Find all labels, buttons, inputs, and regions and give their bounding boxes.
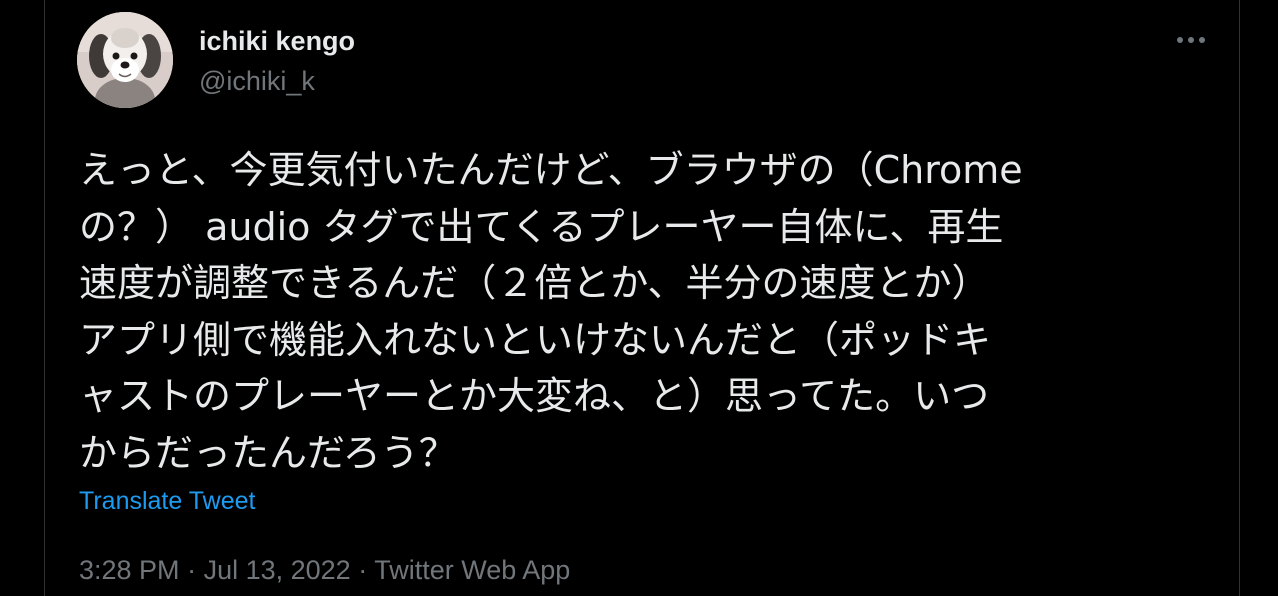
author-name[interactable]: ichiki kengo: [199, 24, 355, 58]
meta-separator: ·: [179, 555, 204, 585]
tweet-text: えっと、今更気付いたんだけど、ブラウザの（Chrome の？） audio タグ…: [79, 148, 1023, 475]
meta-separator: ·: [350, 555, 375, 585]
translate-tweet-link[interactable]: Translate Tweet: [79, 486, 255, 516]
tweet-time[interactable]: 3:28 PM: [79, 555, 180, 585]
tweet-source[interactable]: Twitter Web App: [374, 555, 570, 585]
avatar[interactable]: [77, 12, 173, 108]
tweet-date[interactable]: Jul 13, 2022: [204, 555, 351, 585]
tweet-meta: 3:28 PM · Jul 13, 2022 · Twitter Web App: [79, 553, 570, 587]
more-horizontal-icon: [1177, 37, 1205, 43]
tweet-panel: ichiki kengo @ichiki_k えっと、今更気付いたんだけど、ブラ…: [44, 0, 1240, 596]
more-options-button[interactable]: [1173, 22, 1209, 58]
author-handle[interactable]: @ichiki_k: [199, 64, 315, 98]
dog-avatar-image: [77, 12, 173, 108]
